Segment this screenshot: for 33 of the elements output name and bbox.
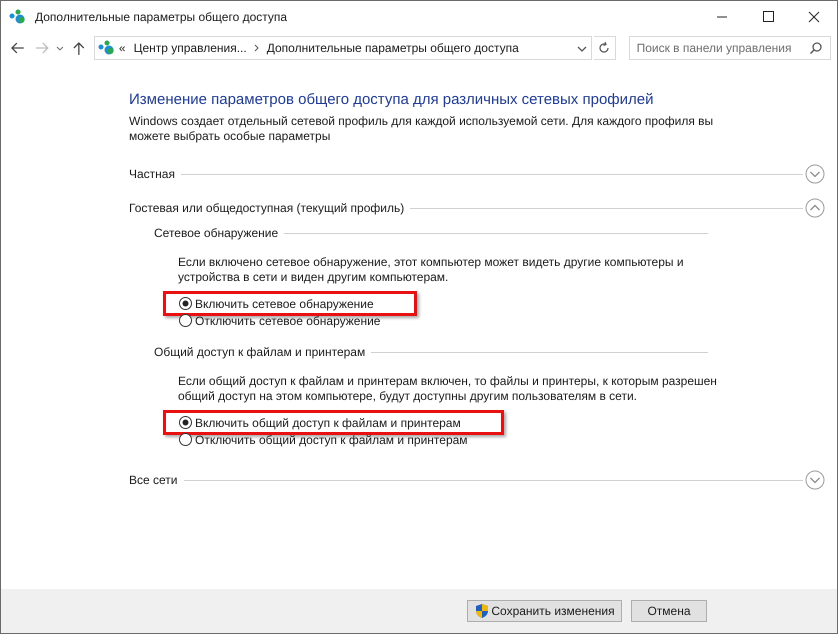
- radio-button[interactable]: [179, 297, 192, 310]
- radio-option[interactable]: Отключить общий доступ к файлам и принтерам: [179, 431, 468, 448]
- refresh-icon[interactable]: [597, 41, 612, 55]
- cancel-button[interactable]: Отмена: [631, 600, 707, 622]
- network-icon: [98, 40, 116, 56]
- section-description: Если включено сетевое обнаружение, этот компьютер может видеть другие компьютеры и устройства в сети и виден другим компьютерам.: [178, 255, 685, 285]
- search-icon[interactable]: [808, 41, 823, 55]
- section-heading: Общий доступ к файлам и принтерам: [154, 344, 366, 361]
- search-field[interactable]: Поиск в панели управления: [628, 36, 831, 60]
- address-bar[interactable]: « Центр управления... Дополнительные параметры общего доступа: [94, 36, 592, 60]
- radio-option[interactable]: Включить сетевое обнаружение: [179, 295, 374, 312]
- radio-button[interactable]: [179, 314, 192, 327]
- breadcrumb[interactable]: Центр управления...: [132, 39, 249, 57]
- expand-icon[interactable]: [805, 470, 825, 490]
- expand-icon[interactable]: [805, 164, 825, 184]
- page-heading: Изменение параметров общего доступа для различных сетевых профилей: [129, 90, 654, 110]
- radio-button[interactable]: [179, 416, 192, 429]
- window-title: Дополнительные параметры общего доступа: [35, 8, 288, 26]
- profile-heading[interactable]: Гостевая или общедоступная (текущий профиль): [129, 199, 410, 217]
- breadcrumb-overflow[interactable]: «: [118, 39, 132, 57]
- save-button[interactable]: Сохранить изменения: [467, 600, 622, 622]
- radio-button[interactable]: [179, 433, 192, 446]
- shield-icon: [474, 603, 490, 619]
- section-heading: Сетевое обнаружение: [154, 225, 280, 242]
- collapse-icon[interactable]: [805, 198, 825, 218]
- radio-option[interactable]: Включить общий доступ к файлам и принтерам: [179, 414, 461, 431]
- section-description: Если общий доступ к файлам и принтерам включен, то файлы и принтеры, к которым разрешен общий доступ на этом компьютере, будут доступны другим пользователям в сети.: [178, 374, 718, 404]
- intro-text: Windows создает отдельный сетевой профиль для каждой используемой сети. Для каждого профиля вы можете выбрать особые параметры: [129, 114, 714, 144]
- profile-heading[interactable]: Частная: [129, 165, 181, 183]
- breadcrumb[interactable]: Дополнительные параметры общего доступа: [264, 39, 521, 57]
- profile-heading[interactable]: Все сети: [129, 471, 184, 489]
- radio-option[interactable]: Отключить сетевое обнаружение: [179, 312, 380, 329]
- network-icon: [9, 8, 27, 24]
